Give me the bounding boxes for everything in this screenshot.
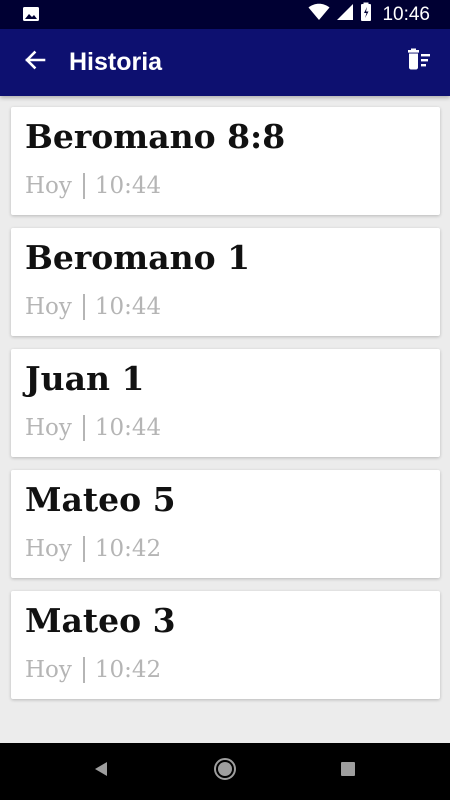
history-item-time: 10:44 [94,415,162,441]
status-icons: 10:46 [308,0,430,29]
history-item-title: Beromano 1 [25,238,251,277]
history-item-time: 10:44 [94,173,162,199]
history-item-meta: Hoy 10:44 [25,415,161,441]
history-item-title: Mateo 5 [25,480,176,519]
divider [82,415,85,441]
history-item-meta: Hoy 10:44 [25,173,161,199]
history-item-day: Hoy [25,657,72,683]
arrow-back-icon [24,49,46,76]
page-title: Historia [69,48,163,76]
status-time: 10:46 [382,3,430,25]
recents-square-icon [340,761,356,782]
image-icon [22,6,40,22]
history-item-time: 10:44 [94,294,162,320]
history-item-day: Hoy [25,415,72,441]
back-button[interactable] [12,39,58,85]
history-item[interactable]: Juan 1 Hoy 10:44 [11,349,440,457]
wifi-icon [308,3,330,26]
nav-back-button[interactable] [83,753,119,789]
home-circle-icon [213,757,237,786]
history-item[interactable]: Beromano 1 Hoy 10:44 [11,228,440,336]
history-item-meta: Hoy 10:42 [25,536,161,562]
history-item-day: Hoy [25,536,72,562]
back-triangle-icon [93,760,109,783]
history-item[interactable]: Mateo 5 Hoy 10:42 [11,470,440,578]
nav-recents-button[interactable] [330,753,366,789]
clear-history-button[interactable] [396,39,442,85]
navigation-bar [0,743,450,800]
history-item-meta: Hoy 10:44 [25,294,161,320]
history-list: Beromano 8:8 Hoy 10:44 Beromano 1 Hoy 10… [11,107,440,712]
app-bar: Historia [0,29,450,96]
history-item-day: Hoy [25,294,72,320]
history-item[interactable]: Mateo 3 Hoy 10:42 [11,591,440,699]
delete-sweep-icon [406,48,432,77]
signal-icon [336,3,354,26]
history-item-meta: Hoy 10:42 [25,657,161,683]
history-item-time: 10:42 [94,536,162,562]
history-item-day: Hoy [25,173,72,199]
divider [82,536,85,562]
history-item-time: 10:42 [94,657,162,683]
battery-icon [360,2,372,27]
history-item-title: Mateo 3 [25,601,176,640]
divider [82,173,85,199]
history-item[interactable]: Beromano 8:8 Hoy 10:44 [11,107,440,215]
history-item-title: Juan 1 [25,359,145,398]
divider [82,657,85,683]
nav-home-button[interactable] [207,753,243,789]
history-item-title: Beromano 8:8 [25,117,286,156]
divider [82,294,85,320]
status-bar: 10:46 [0,0,450,29]
